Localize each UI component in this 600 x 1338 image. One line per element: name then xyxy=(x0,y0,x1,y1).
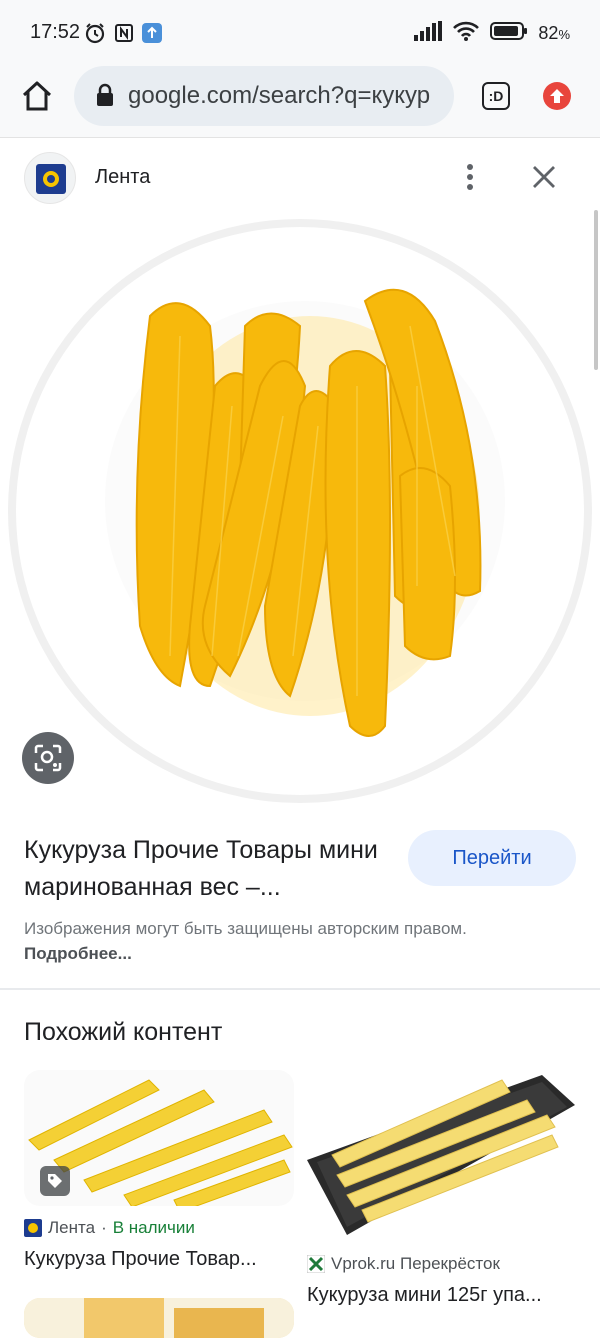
alarm-icon xyxy=(84,22,106,49)
url-text[interactable]: google.com/search?q=кукур xyxy=(128,82,448,110)
close-icon[interactable] xyxy=(531,164,557,195)
scrollbar[interactable] xyxy=(594,210,598,370)
result-title[interactable]: Кукуруза Прочие Товары мини маринованная… xyxy=(24,832,394,906)
vprok-favicon-icon xyxy=(307,1255,325,1273)
similar-image-1[interactable] xyxy=(24,1070,294,1206)
copyright-text: Изображения могут быть защищены авторски… xyxy=(24,919,467,938)
lens-icon xyxy=(34,744,62,772)
similar-source-2: Vprok.ru Перекрёсток xyxy=(307,1254,500,1274)
similar-title-1[interactable]: Кукуруза Прочие Товар... xyxy=(24,1248,289,1271)
divider xyxy=(0,988,600,990)
wifi-icon xyxy=(452,20,480,47)
availability-badge: В наличии xyxy=(112,1218,195,1237)
tab-label: :D xyxy=(488,88,504,104)
main-result-image[interactable] xyxy=(0,216,600,816)
product-tag-icon xyxy=(40,1166,70,1196)
lock-icon[interactable] xyxy=(96,83,114,112)
similar-title-2[interactable]: Кукуруза мини 125г упа... xyxy=(307,1284,572,1307)
source-label: Лента xyxy=(48,1218,96,1237)
source-header: Лента xyxy=(0,140,600,216)
browser-toolbar: google.com/search?q=кукур :D xyxy=(0,66,600,138)
lens-search-button[interactable] xyxy=(22,732,74,784)
upload-notification-icon xyxy=(142,23,162,48)
nfc-icon xyxy=(114,23,134,48)
battery-level: 82% xyxy=(538,23,570,43)
signal-icon xyxy=(414,21,443,46)
similar-source-1: Лента · В наличии xyxy=(24,1218,195,1238)
status-bar: 17:52 82% xyxy=(0,0,600,66)
separator: · xyxy=(101,1218,107,1237)
visit-button[interactable]: Перейти xyxy=(408,830,576,886)
similar-image-2[interactable] xyxy=(307,1070,577,1242)
home-icon[interactable] xyxy=(20,80,54,117)
lenta-favicon-icon xyxy=(24,1219,42,1237)
similar-heading: Похожий контент xyxy=(24,1018,223,1046)
battery-icon xyxy=(490,21,528,46)
source-favicon xyxy=(24,152,76,204)
source-label: Vprok.ru Перекрёсток xyxy=(331,1254,500,1273)
address-bar[interactable]: google.com/search?q=кукур xyxy=(74,66,454,126)
upload-icon[interactable] xyxy=(542,81,572,116)
source-name[interactable]: Лента xyxy=(95,166,150,189)
copyright-notice: Изображения могут быть защищены авторски… xyxy=(24,916,474,966)
clock: 17:52 xyxy=(30,21,81,43)
more-options-icon[interactable] xyxy=(465,162,475,197)
tab-switcher-button[interactable]: :D xyxy=(482,82,510,110)
learn-more-link[interactable]: Подробнее... xyxy=(24,944,132,963)
similar-image-3[interactable] xyxy=(24,1298,294,1338)
